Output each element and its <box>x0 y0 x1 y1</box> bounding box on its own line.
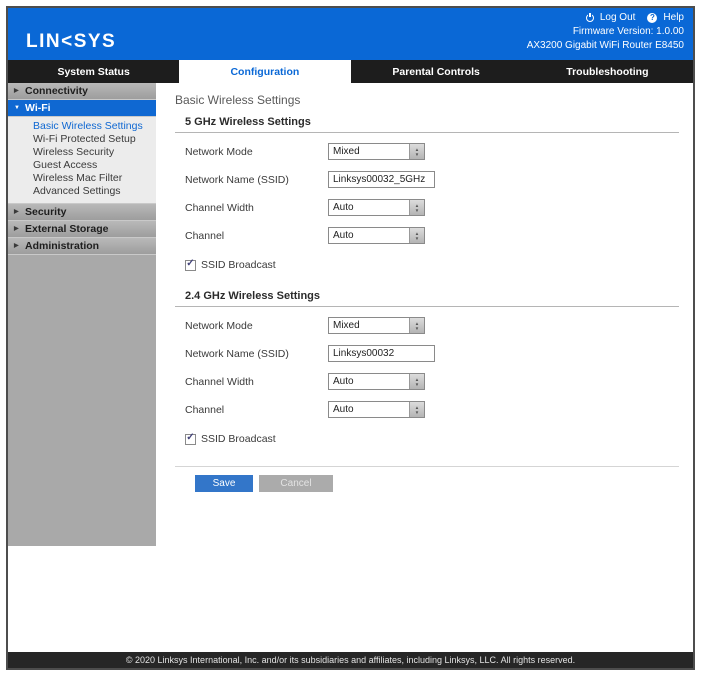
chevron-down-icon: ▼ <box>14 105 20 111</box>
channel-width-label: Channel Width <box>185 201 254 214</box>
sidebar-item-advanced-settings[interactable]: Advanced Settings <box>8 185 156 198</box>
select-value: Mixed <box>333 320 360 331</box>
ssid-input-24ghz[interactable] <box>328 345 435 362</box>
sidebar-item-basic-wireless-settings[interactable]: Basic Wireless Settings <box>8 120 156 133</box>
network-mode-label: Network Mode <box>185 145 253 158</box>
spinner-icon: ▲ ▼ <box>409 374 424 389</box>
sidebar-item-security[interactable]: ▶ Security <box>8 204 156 221</box>
spinner-icon: ▲ ▼ <box>409 200 424 215</box>
ssid-row-24ghz: Network Name (SSID) <box>185 345 679 362</box>
spinner-icon: ▲ ▼ <box>409 144 424 159</box>
spinner-icon: ▲ ▼ <box>409 228 424 243</box>
help-link[interactable]: Help <box>663 11 684 25</box>
section-5ghz: 5 GHz Wireless Settings Network Mode Mix… <box>175 116 679 272</box>
channel-width-select-24ghz[interactable]: Auto ▲ ▼ <box>328 373 425 390</box>
section-24ghz: 2.4 GHz Wireless Settings Network Mode M… <box>175 290 679 446</box>
chevron-right-icon: ▶ <box>14 226 19 232</box>
network-mode-row-24ghz: Network Mode Mixed ▲ ▼ <box>185 317 679 334</box>
select-value: Auto <box>333 230 354 241</box>
main-area: ▶ Connectivity ▼ Wi-Fi Basic Wireless Se… <box>8 83 693 652</box>
ssid-broadcast-checkbox-5ghz[interactable]: ✓ <box>185 258 196 271</box>
select-value: Auto <box>333 202 354 213</box>
nav-group-label: External Storage <box>25 223 109 235</box>
section-title-5ghz: 5 GHz Wireless Settings <box>175 116 679 133</box>
check-icon: ✓ <box>186 258 195 269</box>
tab-troubleshooting[interactable]: Troubleshooting <box>522 60 693 83</box>
firmware-version-text: Firmware Version: 1.0.00 <box>572 26 684 37</box>
save-button[interactable]: Save <box>195 475 253 492</box>
tab-parental-controls[interactable]: Parental Controls <box>351 60 522 83</box>
channel-width-select-5ghz[interactable]: Auto ▲ ▼ <box>328 199 425 216</box>
logout-icon <box>585 14 594 22</box>
nav-group-label: Wi-Fi <box>25 102 51 114</box>
content-pane: Basic Wireless Settings 5 GHz Wireless S… <box>156 83 693 652</box>
logout-link[interactable]: Log Out <box>600 11 636 25</box>
sidebar-item-wifi-protected-setup[interactable]: Wi-Fi Protected Setup <box>8 133 156 146</box>
spinner-icon: ▲ ▼ <box>409 318 424 333</box>
ssid-input-5ghz[interactable] <box>328 171 435 188</box>
sidebar-item-external-storage[interactable]: ▶ External Storage <box>8 221 156 238</box>
sidebar-nav: ▶ Connectivity ▼ Wi-Fi Basic Wireless Se… <box>8 83 156 546</box>
channel-select-5ghz[interactable]: Auto ▲ ▼ <box>328 227 425 244</box>
network-mode-select-5ghz[interactable]: Mixed ▲ ▼ <box>328 143 425 160</box>
channel-label: Channel <box>185 403 225 416</box>
header-info: Log Out ? Help Firmware Version: 1.0.00 A… <box>527 11 684 53</box>
ssid-broadcast-row-5ghz: ✓ SSID Broadcast <box>185 258 679 272</box>
copyright-footer: © 2020 Linksys International, Inc. and/o… <box>8 652 693 668</box>
router-model-text: AX3200 Gigabit WiFi Router E8450 <box>526 40 684 51</box>
chevron-right-icon: ▶ <box>14 88 19 94</box>
ssid-row-5ghz: Network Name (SSID) <box>185 171 679 188</box>
select-value: Auto <box>333 404 354 415</box>
nav-group-label: Administration <box>25 240 100 252</box>
channel-select-24ghz[interactable]: Auto ▲ ▼ <box>328 401 425 418</box>
channel-row-5ghz: Channel Auto ▲ ▼ <box>185 227 679 244</box>
channel-row-24ghz: Channel Auto ▲ ▼ <box>185 401 679 418</box>
network-mode-select-24ghz[interactable]: Mixed ▲ ▼ <box>328 317 425 334</box>
router-admin-window: LIN<SYS Log Out ? Help Firmware Version: … <box>6 6 695 670</box>
sidebar-item-wifi[interactable]: ▼ Wi-Fi <box>8 100 156 117</box>
wifi-subnav: Basic Wireless Settings Wi-Fi Protected … <box>8 117 156 204</box>
select-value: Auto <box>333 376 354 387</box>
form-actions: Save Cancel <box>175 466 679 492</box>
channel-width-row-5ghz: Channel Width Auto ▲ ▼ <box>185 199 679 216</box>
app-header: LIN<SYS Log Out ? Help Firmware Version: … <box>8 8 693 60</box>
sidebar-item-wireless-security[interactable]: Wireless Security <box>8 146 156 159</box>
ssid-broadcast-label: SSID Broadcast <box>201 259 276 271</box>
channel-label: Channel <box>185 229 225 242</box>
sidebar-item-administration[interactable]: ▶ Administration <box>8 238 156 255</box>
sidebar-item-connectivity[interactable]: ▶ Connectivity <box>8 83 156 100</box>
section-title-24ghz: 2.4 GHz Wireless Settings <box>175 290 679 307</box>
nav-group-label: Security <box>25 206 67 218</box>
ssid-broadcast-checkbox-24ghz[interactable]: ✓ <box>185 432 196 445</box>
ssid-broadcast-label: SSID Broadcast <box>201 433 276 445</box>
ssid-label: Network Name (SSID) <box>185 347 289 360</box>
sidebar-item-guest-access[interactable]: Guest Access <box>8 159 156 172</box>
channel-width-label: Channel Width <box>185 375 254 388</box>
cancel-button[interactable]: Cancel <box>259 475 333 492</box>
ssid-broadcast-row-24ghz: ✓ SSID Broadcast <box>185 432 679 446</box>
nav-group-label: Connectivity <box>25 85 89 97</box>
session-links: Log Out ? Help <box>527 11 684 25</box>
check-icon: ✓ <box>186 432 195 443</box>
chevron-right-icon: ▶ <box>14 209 19 215</box>
ssid-label: Network Name (SSID) <box>185 173 289 186</box>
linksys-logo: LIN<SYS <box>26 31 117 52</box>
sidebar-item-wireless-mac-filter[interactable]: Wireless Mac Filter <box>8 172 156 185</box>
network-mode-row-5ghz: Network Mode Mixed ▲ ▼ <box>185 143 679 160</box>
help-icon: ? <box>647 13 658 23</box>
top-tabbar: System Status Configuration Parental Con… <box>8 60 693 83</box>
select-value: Mixed <box>333 146 360 157</box>
tab-configuration[interactable]: Configuration <box>179 60 351 83</box>
chevron-right-icon: ▶ <box>14 243 19 249</box>
page-title: Basic Wireless Settings <box>175 93 301 107</box>
spinner-icon: ▲ ▼ <box>409 402 424 417</box>
network-mode-label: Network Mode <box>185 319 253 332</box>
channel-width-row-24ghz: Channel Width Auto ▲ ▼ <box>185 373 679 390</box>
tab-system-status[interactable]: System Status <box>8 60 179 83</box>
